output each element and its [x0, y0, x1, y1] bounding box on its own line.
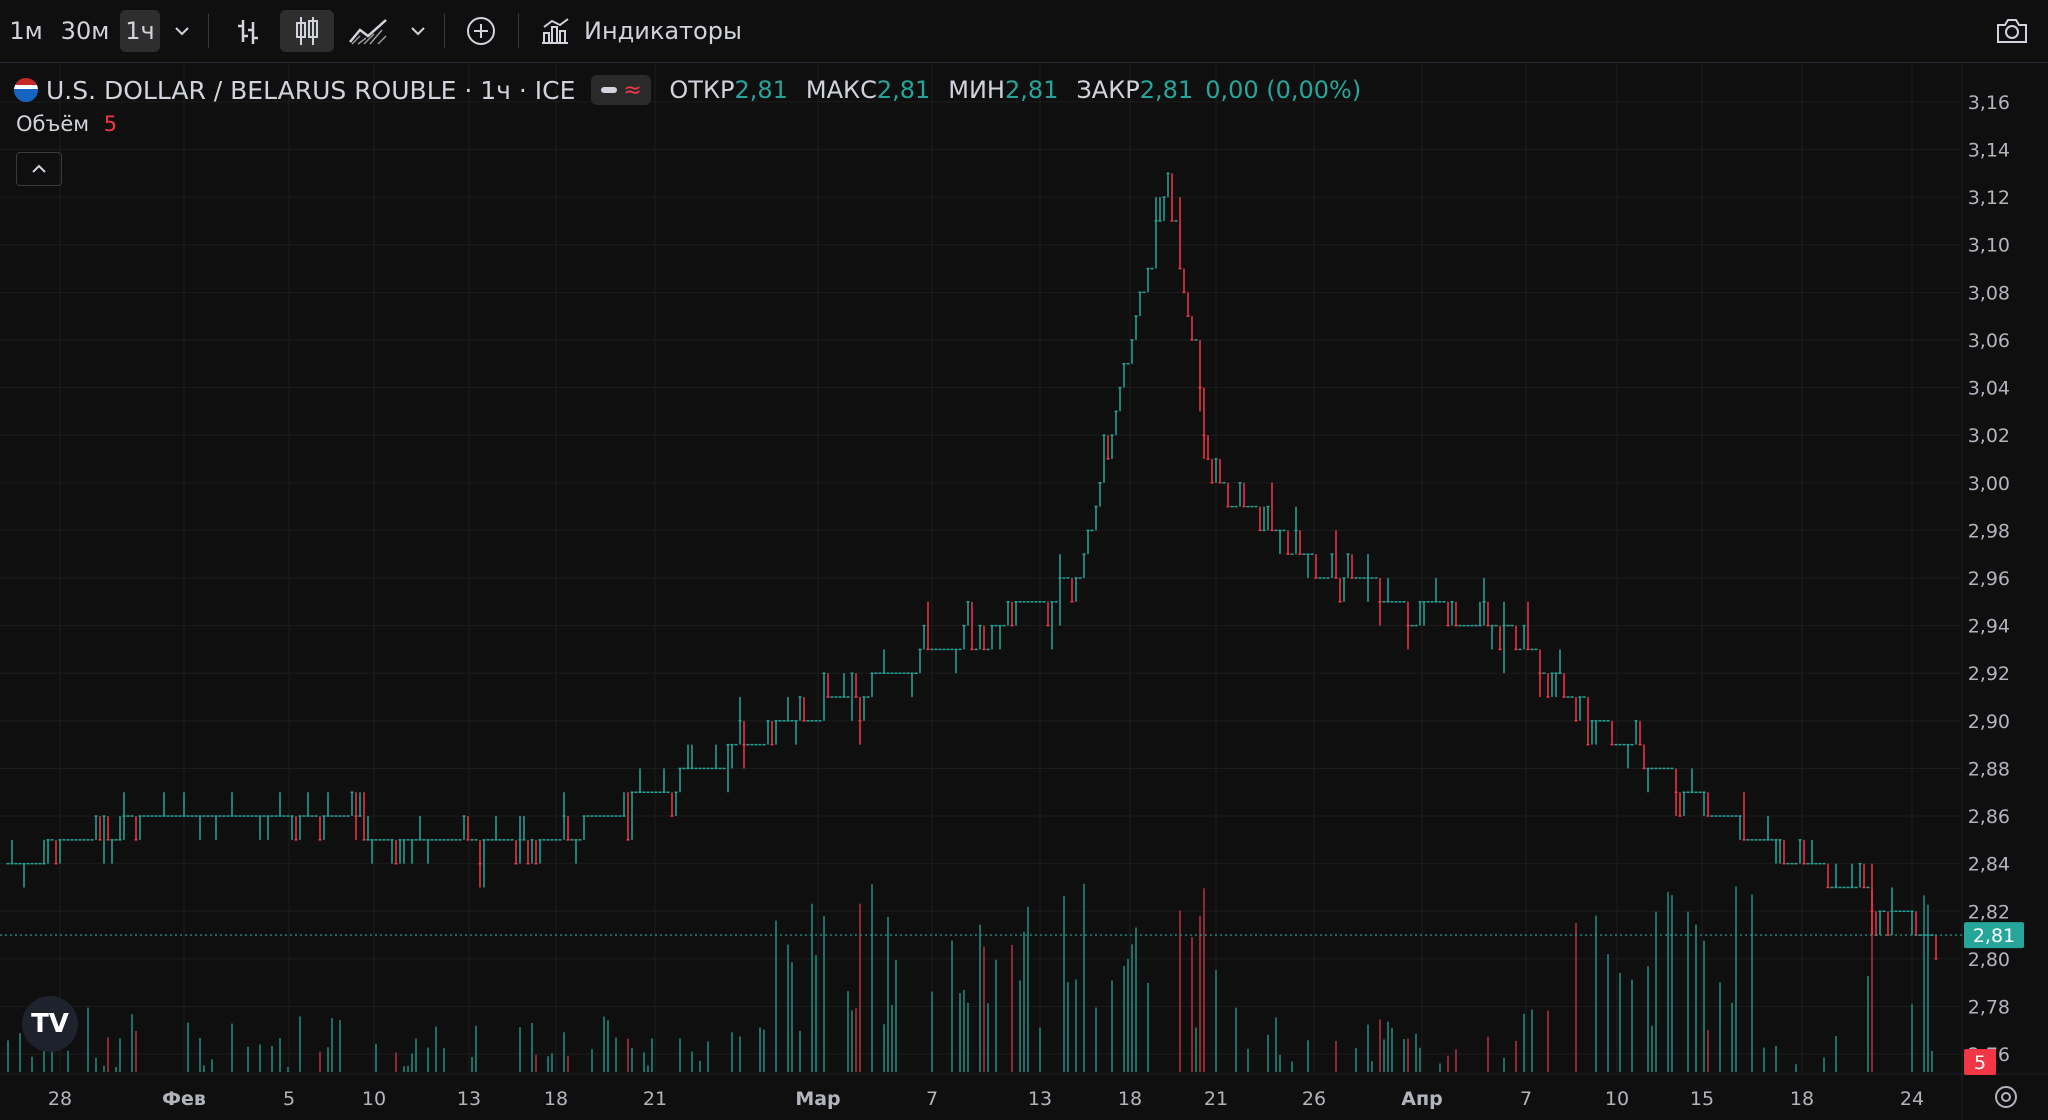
last-price-value: 2,81	[1973, 925, 2015, 947]
time-tick-label: 18	[1790, 1088, 1814, 1110]
change-value: 0,00 (0,00%)	[1205, 76, 1362, 104]
bar-chart-icon[interactable]	[228, 10, 268, 52]
time-tick-label: 21	[643, 1088, 667, 1110]
price-tick-label: 3,02	[1968, 425, 2010, 447]
open-label: ОТКР	[669, 76, 735, 104]
interval-dropdown-chevron-down-icon[interactable]	[170, 10, 194, 52]
price-tick-label: 3,08	[1968, 282, 2010, 304]
time-tick-label: 5	[283, 1088, 295, 1110]
last-volume-value: 5	[1974, 1052, 1986, 1074]
toolbar-divider	[208, 14, 209, 48]
last-price-label: 2,81	[1964, 922, 2024, 949]
price-chart[interactable]: 3,16 3,14 3,12 3,10 3,08 3,06 3,04 3,02 3,00 2,98…	[0, 62, 2048, 1120]
chevron-up-icon	[32, 164, 46, 173]
last-volume-label: 5	[1964, 1049, 1996, 1075]
price-tick-label: 2,98	[1968, 520, 2010, 542]
price-tick-label: 3,04	[1968, 378, 2010, 400]
time-axis[interactable]: 28 Фев 5 10 13 18 21 Мар 7 13 18 21 26 Апр 7 10 15 18 24	[48, 1088, 1924, 1110]
compare-symbol-plus-circle-icon[interactable]	[460, 10, 502, 52]
time-tick-label: 13	[457, 1088, 481, 1110]
price-tick-label: 2,86	[1968, 806, 2010, 828]
time-tick-label: 10	[1605, 1088, 1629, 1110]
volume-bars	[7, 883, 1933, 1072]
time-tick-label: 28	[48, 1088, 72, 1110]
camera-icon[interactable]	[1990, 10, 2034, 52]
close-label: ЗАКР	[1076, 76, 1140, 104]
interval-1m-button[interactable]: 1м	[6, 10, 46, 52]
price-tick-label: 3,12	[1968, 187, 2010, 209]
chart-type-chevron-down-icon[interactable]	[406, 10, 430, 52]
low-value: 2,81	[1004, 76, 1059, 104]
close-value: 2,81	[1139, 76, 1194, 104]
tradingview-logo[interactable]: TV	[22, 996, 78, 1052]
interval-30m-button[interactable]: 30м	[58, 10, 112, 52]
price-tick-label: 3,06	[1968, 330, 2010, 352]
price-tick-label: 2,78	[1968, 996, 2010, 1018]
indicators-button[interactable]: Индикаторы	[540, 10, 742, 52]
indicators-label: Индикаторы	[584, 17, 742, 45]
time-tick-label: 13	[1028, 1088, 1052, 1110]
settings-gear-icon[interactable]	[1995, 1086, 2017, 1108]
symbol-legend: U.S. DOLLAR / BELARUS ROUBLE · 1ч · ICE …	[14, 72, 1361, 108]
price-tick-label: 2,92	[1968, 663, 2010, 685]
open-value: 2,81	[734, 76, 788, 104]
flag-icon	[14, 78, 38, 102]
time-tick-label: Апр	[1401, 1088, 1442, 1110]
toolbar-divider	[518, 14, 519, 48]
price-tick-label: 2,84	[1968, 854, 2010, 876]
price-tick-label: 3,00	[1968, 473, 2010, 495]
time-tick-label: 18	[544, 1088, 568, 1110]
volume-legend: Объём 5	[16, 112, 117, 136]
collapse-legend-button[interactable]	[16, 152, 62, 186]
time-tick-label: 7	[1520, 1088, 1532, 1110]
symbol-title[interactable]: U.S. DOLLAR / BELARUS ROUBLE · 1ч · ICE	[46, 76, 575, 105]
time-tick-label: 18	[1118, 1088, 1142, 1110]
time-tick-label: 15	[1690, 1088, 1714, 1110]
time-tick-label: 7	[926, 1088, 938, 1110]
price-tick-label: 3,10	[1968, 235, 2010, 257]
price-tick-label: 2,88	[1968, 758, 2010, 780]
indicators-icon	[540, 17, 570, 45]
time-tick-label: Мар	[795, 1088, 840, 1110]
candlestick-icon[interactable]	[280, 10, 334, 52]
price-tick-label: 3,16	[1968, 92, 2010, 114]
time-tick-label: 24	[1900, 1088, 1924, 1110]
high-label: МАКС	[805, 76, 877, 104]
price-tick-label: 2,90	[1968, 711, 2010, 733]
price-tick-label: 2,82	[1968, 901, 2010, 923]
volume-label: Объём	[16, 112, 90, 136]
high-value: 2,81	[876, 76, 931, 104]
time-tick-label: 10	[362, 1088, 386, 1110]
candles	[6, 172, 1938, 960]
low-label: МИН	[948, 76, 1005, 104]
price-axis[interactable]: 3,16 3,14 3,12 3,10 3,08 3,06 3,04 3,02 3,00 2,98…	[1968, 92, 2010, 1066]
interval-1h-button[interactable]: 1ч	[120, 10, 160, 52]
volume-value: 5	[103, 112, 118, 136]
time-tick-label: 21	[1204, 1088, 1228, 1110]
price-tick-label: 2,94	[1968, 616, 2010, 638]
price-tick-label: 2,80	[1968, 949, 2010, 971]
toolbar-divider	[444, 14, 445, 48]
price-tick-label: 3,14	[1968, 140, 2010, 162]
time-tick-label: 26	[1302, 1088, 1326, 1110]
area-chart-icon[interactable]	[346, 10, 390, 52]
visibility-toggle-icon[interactable]: ≈	[591, 75, 652, 105]
top-toolbar: 1м 30м 1ч Индикаторы	[0, 0, 2048, 63]
time-tick-label: Фев	[162, 1088, 206, 1110]
price-tick-label: 2,96	[1968, 568, 2010, 590]
